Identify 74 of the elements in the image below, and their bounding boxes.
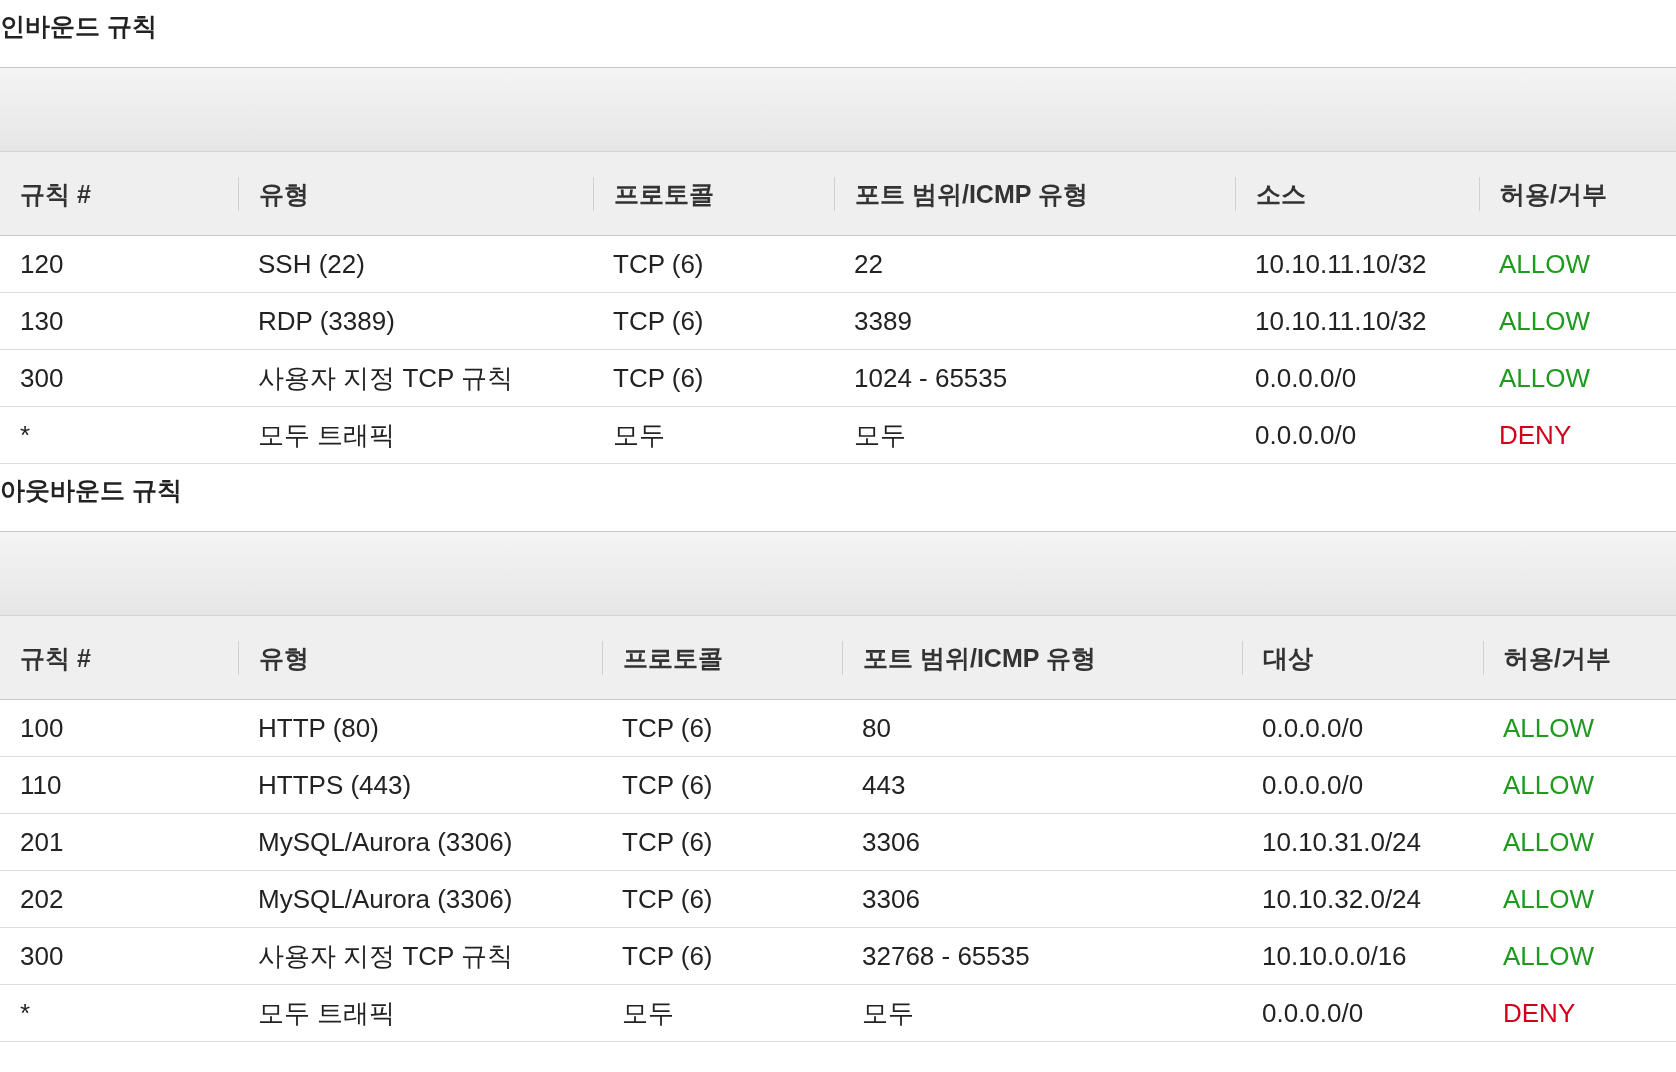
action-status: ALLOW bbox=[1498, 305, 1592, 337]
table-cell-text: TCP (6) bbox=[621, 883, 714, 915]
table-cell-text: TCP (6) bbox=[612, 305, 705, 337]
column-header[interactable]: 유형 bbox=[238, 176, 593, 211]
table-cell-text: 201 bbox=[19, 826, 65, 858]
action-status: ALLOW bbox=[1498, 362, 1592, 394]
table-cell-text: 0.0.0.0/0 bbox=[1254, 362, 1358, 394]
column-header[interactable]: 허용/거부 bbox=[1483, 640, 1676, 675]
table-cell-text: 0.0.0.0/0 bbox=[1261, 769, 1365, 801]
table-cell-text: 모두 트래픽 bbox=[257, 418, 397, 452]
table-cell-text: 300 bbox=[19, 940, 65, 972]
column-header[interactable]: 규칙 # bbox=[0, 640, 238, 675]
table-cell-text: TCP (6) bbox=[621, 712, 714, 744]
action-status: ALLOW bbox=[1498, 248, 1592, 280]
table-cell-text: 443 bbox=[861, 769, 907, 801]
table-cell-text: 202 bbox=[19, 883, 65, 915]
action-status: ALLOW bbox=[1502, 940, 1596, 972]
table-cell-text: 모두 bbox=[612, 418, 666, 452]
table-cell-text: 3389 bbox=[853, 305, 913, 337]
column-header[interactable]: 프로토콜 bbox=[593, 176, 834, 211]
table-cell-text: 10.10.11.10/32 bbox=[1254, 305, 1428, 337]
table-cell-text: 130 bbox=[19, 305, 65, 337]
table-cell-text: 10.10.0.0/16 bbox=[1261, 940, 1408, 972]
table-cell-text: 모두 bbox=[621, 996, 675, 1030]
table-cell-text: SSH (22) bbox=[257, 248, 366, 280]
table-cell-text: MySQL/Aurora (3306) bbox=[257, 883, 514, 915]
table-cell-text: 모두 트래픽 bbox=[257, 996, 397, 1030]
table-cell-text: 10.10.32.0/24 bbox=[1261, 883, 1423, 915]
action-status: ALLOW bbox=[1502, 826, 1596, 858]
section-title: 인바운드 규칙 bbox=[0, 11, 158, 42]
table-cell-text: 110 bbox=[19, 769, 63, 801]
table-cell-text: 10.10.11.10/32 bbox=[1254, 248, 1428, 280]
table-cell-text: 100 bbox=[19, 712, 65, 744]
section-title: 아웃바운드 규칙 bbox=[0, 475, 183, 506]
table-cell-text: 0.0.0.0/0 bbox=[1261, 712, 1365, 744]
table-cell-text: 0.0.0.0/0 bbox=[1254, 419, 1358, 451]
table-cell-text: 사용자 지정 TCP 규칙 bbox=[257, 939, 515, 973]
table-cell-text: 10.10.31.0/24 bbox=[1261, 826, 1423, 858]
table-cell-text: 1024 - 65535 bbox=[853, 362, 1009, 394]
action-status: DENY bbox=[1498, 419, 1573, 451]
table-cell-text: HTTP (80) bbox=[257, 712, 380, 744]
table-cell-text: TCP (6) bbox=[612, 248, 705, 280]
action-status: ALLOW bbox=[1502, 883, 1596, 915]
table-cell-text: 모두 bbox=[861, 996, 915, 1030]
table-cell-text: 사용자 지정 TCP 규칙 bbox=[257, 361, 515, 395]
table-cell-text: 80 bbox=[861, 712, 892, 744]
action-status: DENY bbox=[1502, 997, 1577, 1029]
table-cell-text: 22 bbox=[853, 248, 884, 280]
column-header[interactable]: 대상 bbox=[1242, 640, 1483, 675]
table-cell-text: 0.0.0.0/0 bbox=[1261, 997, 1365, 1029]
table-cell-text: 3306 bbox=[861, 826, 921, 858]
table-cell-text: TCP (6) bbox=[621, 826, 714, 858]
table-cell-text: HTTPS (443) bbox=[257, 769, 413, 801]
table-cell-text: 32768 - 65535 bbox=[861, 940, 1031, 972]
table-cell-text: TCP (6) bbox=[621, 940, 714, 972]
column-header[interactable]: 포트 범위/ICMP 유형 bbox=[834, 176, 1235, 211]
table-cell-text: 3306 bbox=[861, 883, 921, 915]
table-cell-text: * bbox=[19, 997, 32, 1029]
table-cell-text: TCP (6) bbox=[612, 362, 705, 394]
table-cell-text: TCP (6) bbox=[621, 769, 714, 801]
table-cell-text: 모두 bbox=[853, 418, 907, 452]
action-status: ALLOW bbox=[1502, 712, 1596, 744]
column-header[interactable]: 유형 bbox=[238, 640, 602, 675]
column-header[interactable]: 프로토콜 bbox=[602, 640, 842, 675]
column-header[interactable]: 허용/거부 bbox=[1479, 176, 1676, 211]
table-cell-text: 120 bbox=[19, 248, 65, 280]
column-header[interactable]: 규칙 # bbox=[0, 176, 238, 211]
table-cell-text: * bbox=[19, 419, 32, 451]
table-cell-text: MySQL/Aurora (3306) bbox=[257, 826, 514, 858]
table-cell-text: 300 bbox=[19, 362, 65, 394]
column-header[interactable]: 포트 범위/ICMP 유형 bbox=[842, 640, 1242, 675]
column-header[interactable]: 소스 bbox=[1235, 176, 1479, 211]
table-cell-text: RDP (3389) bbox=[257, 305, 396, 337]
action-status: ALLOW bbox=[1502, 769, 1596, 801]
